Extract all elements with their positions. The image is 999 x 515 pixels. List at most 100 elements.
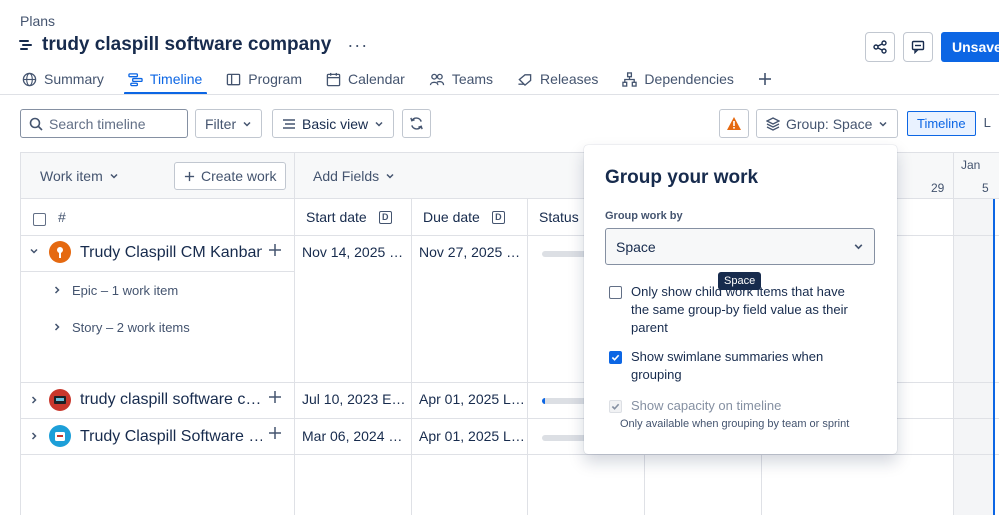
top-actions: Unsaved (865, 32, 999, 62)
group-by-label: Group work by (605, 210, 683, 222)
search-input[interactable] (49, 115, 179, 132)
column-divider (953, 153, 954, 515)
due-date-cell[interactable]: Apr 01, 2025 L… (419, 428, 523, 444)
capacity-hint: Only available when grouping by team or … (620, 418, 850, 430)
plus-icon (758, 73, 771, 85)
refresh-button[interactable] (402, 109, 431, 138)
chevron-down-icon (375, 121, 383, 127)
chevron-right-icon[interactable] (29, 394, 39, 408)
child-items-checkbox[interactable] (609, 286, 622, 299)
warnings-button[interactable] (719, 109, 749, 138)
column-divider (294, 153, 295, 515)
check-icon (611, 354, 620, 361)
view-settings-button[interactable]: Basic view (272, 109, 395, 138)
releases-icon (518, 73, 532, 86)
day-label: 29 (931, 181, 945, 195)
story-group-row[interactable]: Story – 2 work items (72, 320, 190, 335)
status-header[interactable]: Status (539, 209, 579, 225)
tab-calendar[interactable]: Calendar (324, 66, 407, 92)
tab-bar: Summary Timeline Program Calendar Teams … (20, 66, 794, 95)
title-row: trudy claspill software company ··· (18, 34, 368, 56)
swimlane-summaries-checkbox[interactable] (609, 351, 622, 364)
chevron-right-icon[interactable] (52, 284, 62, 298)
space-avatar (49, 389, 71, 411)
filter-button[interactable]: Filter (195, 109, 263, 138)
tab-label: Dependencies (644, 71, 734, 87)
date-type-badge: D (378, 210, 392, 224)
tab-program[interactable]: Program (224, 66, 304, 92)
tab-releases[interactable]: Releases (515, 66, 600, 92)
refresh-icon (410, 117, 423, 130)
feedback-button[interactable] (903, 32, 933, 62)
timeline-view-button[interactable]: Timeline (907, 111, 976, 136)
start-date-cell[interactable]: Jul 10, 2023 E… (302, 391, 406, 407)
tabs-divider (0, 94, 999, 95)
view-toggle: Timeline L (907, 109, 991, 136)
row-title[interactable]: Trudy Claspill Software … (80, 428, 262, 446)
select-all-checkbox[interactable] (33, 213, 46, 226)
check-icon (611, 403, 620, 410)
chevron-down-icon[interactable] (29, 245, 39, 259)
create-work-button[interactable]: Create work (174, 162, 287, 190)
chevron-down-icon (386, 173, 394, 179)
due-date-cell[interactable]: Nov 27, 2025 … (419, 244, 523, 260)
group-by-button[interactable]: Group: Space (756, 109, 899, 138)
start-date-cell[interactable]: Mar 06, 2024 … (302, 428, 406, 444)
chevron-down-icon (110, 173, 118, 179)
more-actions-button[interactable]: ··· (347, 35, 368, 56)
tab-timeline[interactable]: Timeline (123, 66, 208, 95)
space-avatar (49, 425, 71, 447)
row-divider (21, 271, 294, 272)
add-child-plus-icon[interactable] (268, 241, 282, 262)
feedback-icon (911, 40, 925, 54)
group-by-select[interactable]: Space (605, 228, 875, 265)
swimlane-summaries-text: Show swimlane summaries when grouping (631, 348, 823, 384)
list-view-button[interactable]: L (984, 111, 991, 134)
due-date-cell[interactable]: Apr 01, 2025 L… (419, 391, 523, 407)
unsaved-changes-button[interactable]: Unsaved (941, 32, 999, 62)
add-child-plus-icon[interactable] (268, 424, 282, 445)
hash-column-header: # (58, 209, 66, 225)
share-button[interactable] (865, 32, 895, 62)
timeline-icon (128, 72, 143, 86)
start-date-label: Start date (306, 209, 367, 225)
option-text-line: grouping (631, 367, 682, 382)
chevron-right-icon[interactable] (29, 430, 39, 444)
add-fields-button[interactable]: Add Fields (313, 168, 395, 184)
view-settings-icon (283, 118, 295, 129)
capacity-option: Show capacity on timeline (609, 397, 781, 415)
plus-icon (184, 171, 195, 181)
tab-label: Program (248, 71, 302, 87)
start-date-cell[interactable]: Nov 14, 2025 … (302, 244, 406, 260)
view-label: Basic view (302, 115, 369, 132)
tab-teams[interactable]: Teams (427, 66, 495, 92)
row-title[interactable]: trudy claspill software c… (80, 391, 262, 409)
toolbar: Filter Basic view Group: Space Timeline … (20, 109, 999, 138)
work-item-column-menu[interactable]: Work item (40, 168, 119, 184)
add-tab-button[interactable] (756, 66, 774, 92)
filter-label: Filter (205, 115, 237, 132)
capacity-checkbox (609, 400, 622, 413)
tab-summary[interactable]: Summary (20, 66, 106, 92)
option-text-line: parent (631, 320, 668, 335)
start-date-header[interactable]: Start date D (306, 209, 392, 225)
child-items-option[interactable]: Only show child work items that have the… (609, 283, 848, 337)
swimlane-summaries-option[interactable]: Show swimlane summaries when grouping (609, 348, 823, 384)
row-divider (21, 454, 999, 455)
breadcrumb[interactable]: Plans (20, 13, 55, 29)
due-date-header[interactable]: Due date D (423, 209, 505, 225)
dependencies-icon (622, 71, 638, 87)
search-timeline-field[interactable] (20, 109, 188, 138)
chevron-right-icon[interactable] (52, 321, 62, 335)
group-by-value: Space (616, 238, 656, 255)
tooltip: Space (718, 272, 762, 290)
plan-icon (18, 37, 34, 53)
add-child-plus-icon[interactable] (268, 388, 282, 409)
tab-dependencies[interactable]: Dependencies (620, 66, 736, 92)
option-text-line: Show swimlane summaries when (631, 349, 824, 364)
group-your-work-popup: Group your work Group work by Space Only… (584, 145, 897, 454)
tab-label: Releases (540, 71, 599, 87)
chevron-down-icon (243, 121, 251, 127)
epic-group-row[interactable]: Epic – 1 work item (72, 283, 178, 298)
row-title[interactable]: Trudy Claspill CM Kanban (80, 244, 262, 262)
